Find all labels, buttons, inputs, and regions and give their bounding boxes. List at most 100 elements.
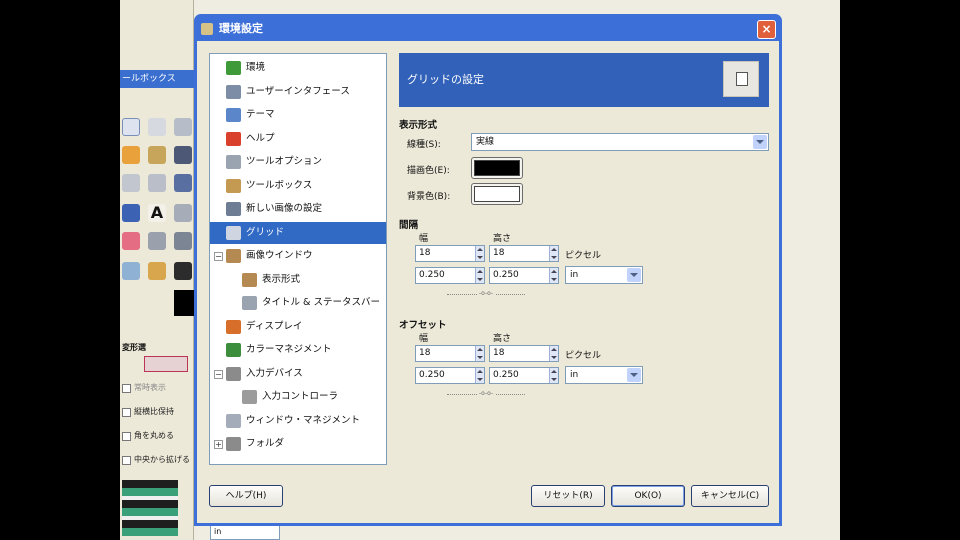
spacing-height-label: 高さ: [493, 234, 512, 244]
tree-item[interactable]: 入力コントローラ: [210, 386, 386, 408]
image-preview-thumbnail: [122, 480, 178, 536]
toolbox-unit-combo[interactable]: in: [210, 524, 280, 540]
spin-arrows-icon[interactable]: [549, 246, 558, 261]
scissors-tool-icon[interactable]: [148, 146, 166, 164]
tree-item[interactable]: + フォルダ: [210, 433, 386, 455]
page-header: グリッドの設定: [399, 53, 769, 107]
offset-chain-text: -o-o-: [476, 390, 496, 397]
tree-item[interactable]: 表示形式: [210, 269, 386, 291]
tree-item[interactable]: ウィンドウ・マネジメント: [210, 410, 386, 432]
spacing-unit-combo[interactable]: in: [565, 266, 643, 284]
spin-arrows-icon[interactable]: [475, 268, 484, 283]
tree-item-icon: [226, 225, 241, 240]
tree-item[interactable]: ツールオプション: [210, 151, 386, 173]
tree-item[interactable]: テーマ: [210, 104, 386, 126]
dialog-titlebar[interactable]: 環境設定 ×: [197, 17, 779, 41]
eraser-tool-icon[interactable]: [122, 232, 140, 250]
offset-unit-combo[interactable]: in: [565, 366, 643, 384]
mode-buttons[interactable]: [144, 356, 188, 372]
color-picker-tool-icon[interactable]: [174, 204, 192, 222]
reset-button[interactable]: リセット(R): [531, 485, 605, 507]
tree-item[interactable]: − 画像ウインドウ: [210, 245, 386, 267]
dodge-tool-icon[interactable]: [174, 262, 192, 280]
spacing-height-in-input[interactable]: 0.250: [489, 267, 559, 284]
chevron-down-icon[interactable]: [627, 268, 641, 282]
paths-tool-icon[interactable]: [174, 146, 192, 164]
tree-item-label: ユーザーインタフェース: [246, 85, 350, 97]
tree-item-label: グリッド: [246, 226, 285, 238]
tree-item[interactable]: ヘルプ: [210, 128, 386, 150]
text-tool-icon[interactable]: A: [148, 204, 166, 222]
cancel-button[interactable]: キャンセル(C): [691, 485, 769, 507]
rotate-tool-icon[interactable]: [174, 174, 192, 192]
help-button[interactable]: ヘルプ(H): [209, 485, 283, 507]
crop-tool-icon[interactable]: [148, 174, 166, 192]
tree-item[interactable]: − 入力デバイス: [210, 363, 386, 385]
spin-arrows-icon[interactable]: [549, 368, 558, 383]
option-checkbox-2[interactable]: [122, 432, 131, 441]
tree-item-icon: [226, 155, 241, 169]
flip-tool-icon[interactable]: [122, 204, 140, 222]
spacing-width-in-value: 0.250: [419, 270, 445, 280]
ok-button[interactable]: OK(O): [611, 485, 685, 507]
option-checkbox-1[interactable]: [122, 408, 131, 417]
blur-tool-icon[interactable]: [122, 262, 140, 280]
fg-color-swatch[interactable]: [174, 290, 194, 316]
spacing-width-in-input[interactable]: 0.250: [415, 267, 485, 284]
offset-width-in-input[interactable]: 0.250: [415, 367, 485, 384]
tree-item-icon: [226, 413, 241, 428]
expand-icon[interactable]: +: [214, 440, 223, 449]
tree-item[interactable]: ユーザーインタフェース: [210, 81, 386, 103]
offset-chain-link-icon[interactable]: -o-o-: [447, 390, 525, 397]
toolbox-window: ールボックス A 変形選 常時表示 縦横比保持 角を丸める 中央から拡げる in: [120, 0, 280, 540]
free-select-tool-icon[interactable]: [174, 118, 192, 136]
tree-item-label: ウィンドウ・マネジメント: [246, 414, 361, 426]
offset-height-in-input[interactable]: 0.250: [489, 367, 559, 384]
move-tool-icon[interactable]: [122, 174, 140, 192]
offset-height-px-input[interactable]: 18: [489, 345, 559, 362]
offset-width-px-value: 18: [419, 348, 431, 358]
spacing-chain-link-icon[interactable]: -o-o-: [447, 290, 525, 297]
option-checkbox-0[interactable]: [122, 384, 131, 393]
spacing-width-px-input[interactable]: 18: [415, 245, 485, 262]
fg-color-button[interactable]: [471, 157, 523, 179]
spin-arrows-icon[interactable]: [475, 246, 484, 261]
collapse-icon[interactable]: −: [214, 369, 223, 379]
spin-arrows-icon[interactable]: [475, 346, 484, 361]
spacing-section-title: 間隔: [399, 220, 419, 231]
tree-item-icon: [226, 178, 241, 193]
spacing-px-unit-label: ピクセル: [565, 251, 602, 261]
chevron-down-icon[interactable]: [627, 368, 641, 382]
rect-select-tool-icon[interactable]: [122, 118, 140, 136]
spin-arrows-icon[interactable]: [549, 346, 558, 361]
tree-item-label: タイトル & ステータスバー: [262, 297, 380, 308]
category-tree[interactable]: 環境ユーザーインタフェーステーマ ヘルプ ツールオプション ツールボックス 新しい画像の…: [209, 53, 387, 465]
smudge-tool-icon[interactable]: [148, 262, 166, 280]
collapse-icon[interactable]: −: [214, 252, 223, 261]
tree-item[interactable]: グリッド: [210, 221, 386, 244]
tree-item-icon: [226, 343, 241, 357]
spin-arrows-icon[interactable]: [549, 268, 558, 283]
chevron-down-icon[interactable]: [753, 135, 767, 149]
clone-tool-icon[interactable]: [174, 232, 192, 250]
offset-width-px-input[interactable]: 18: [415, 345, 485, 362]
fuzzy-select-tool-icon[interactable]: [122, 146, 140, 164]
offset-px-unit-label: ピクセル: [565, 351, 602, 361]
fg-color-swatch-preview: [474, 160, 520, 176]
tree-item[interactable]: ツールボックス: [210, 175, 386, 197]
line-style-combo[interactable]: 実線: [471, 133, 769, 151]
spacing-unit-value: in: [570, 270, 579, 280]
spacing-height-px-input[interactable]: 18: [489, 245, 559, 262]
ellipse-select-tool-icon[interactable]: [148, 118, 166, 136]
airbrush-tool-icon[interactable]: [148, 232, 166, 250]
tree-item[interactable]: ディスプレイ: [210, 316, 386, 338]
bg-color-button[interactable]: [471, 183, 523, 205]
tree-item[interactable]: 環境: [210, 57, 386, 79]
tree-item-icon: [242, 296, 257, 310]
tree-item[interactable]: 新しい画像の設定: [210, 198, 386, 220]
close-button[interactable]: ×: [757, 20, 776, 39]
option-checkbox-3[interactable]: [122, 456, 131, 465]
tree-item[interactable]: タイトル & ステータスバー: [210, 292, 386, 314]
tree-item[interactable]: カラーマネジメント: [210, 339, 386, 361]
spin-arrows-icon[interactable]: [475, 368, 484, 383]
